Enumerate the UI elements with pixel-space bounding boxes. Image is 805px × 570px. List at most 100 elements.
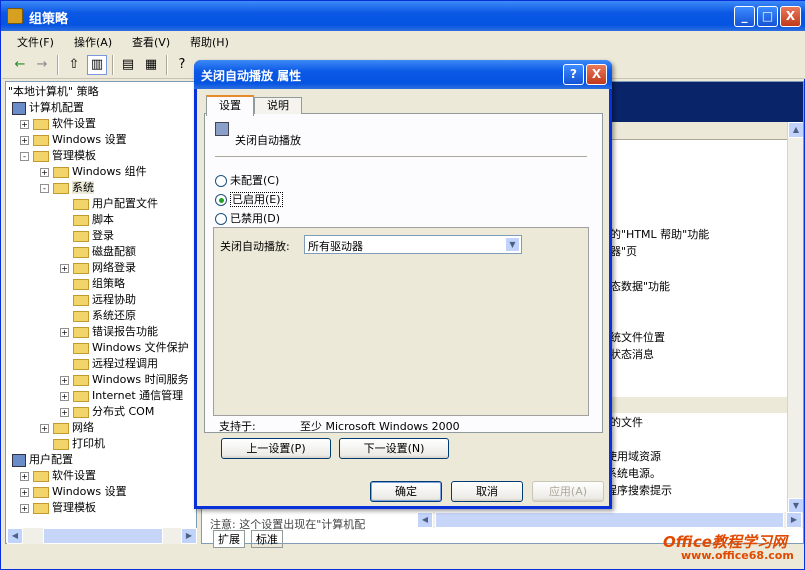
help-icon[interactable]: ?	[172, 55, 192, 75]
expand-icon[interactable]: +	[60, 327, 69, 337]
tree-item[interactable]: 登录	[60, 228, 114, 244]
ok-button[interactable]: 确定	[370, 481, 442, 502]
tab-settings[interactable]: 设置	[206, 95, 254, 116]
expand-icon[interactable]: +	[20, 487, 29, 497]
expand-icon[interactable]: +	[60, 391, 69, 401]
tree-item-label: 错误报告功能	[92, 325, 158, 338]
tab-standard[interactable]: 标准	[251, 530, 283, 548]
apply-button[interactable]: 应用(A)	[532, 481, 604, 502]
expand-icon[interactable]: +	[40, 167, 49, 177]
tree-item[interactable]: "本地计算机" 策略	[8, 84, 99, 100]
tree-item[interactable]: + Windows 组件	[40, 164, 147, 180]
tab-explain[interactable]: 说明	[254, 97, 302, 114]
tree-item[interactable]: + 软件设置	[20, 116, 96, 132]
tree-item[interactable]: + Windows 时间服务	[60, 372, 189, 388]
scroll-left-icon[interactable]: ◀	[417, 512, 433, 528]
tree-horizontal-scrollbar[interactable]: ◀ ▶	[7, 528, 197, 544]
help-button[interactable]: ?	[563, 64, 584, 85]
folder-icon	[53, 166, 69, 178]
tree-item[interactable]: + 分布式 COM	[60, 404, 154, 420]
maximize-button[interactable]: □	[757, 6, 778, 27]
scroll-thumb[interactable]	[43, 528, 163, 544]
expand-icon[interactable]: +	[20, 135, 29, 145]
window-title: 组策略	[29, 12, 69, 27]
scroll-up-icon[interactable]: ▲	[788, 122, 803, 138]
collapse-icon[interactable]: -	[20, 151, 29, 161]
tree-item[interactable]: 用户配置文件	[60, 196, 158, 212]
list-item[interactable]: 器"页	[610, 243, 637, 259]
tree-item[interactable]: 系统还原	[60, 308, 136, 324]
list-item[interactable]: 系统电源。	[606, 465, 661, 481]
list-item[interactable]: 态数据"功能	[610, 278, 670, 294]
list-item[interactable]: 状态消息	[610, 346, 654, 362]
horizontal-scrollbar[interactable]: ◀ ▶	[417, 512, 803, 528]
expand-icon[interactable]: +	[20, 471, 29, 481]
tree-item[interactable]: 脚本	[60, 212, 114, 228]
list-item[interactable]: 的"HTML 帮助"功能	[610, 226, 709, 242]
expand-icon[interactable]: +	[60, 263, 69, 273]
chevron-down-icon[interactable]: ▼	[505, 237, 520, 252]
scroll-left-icon[interactable]: ◀	[7, 528, 23, 544]
folder-icon	[73, 294, 89, 306]
collapse-icon[interactable]: -	[40, 183, 49, 193]
list-item[interactable]: 统文件位置	[610, 329, 665, 345]
radio-not-configured[interactable]: 未配置(C)	[215, 172, 279, 188]
dialog-close-button[interactable]: X	[586, 64, 607, 85]
previous-setting-button[interactable]: 上一设置(P)	[221, 438, 331, 459]
menu-action[interactable]: 操作(A)	[74, 34, 112, 50]
list-item[interactable]: 的文件	[610, 414, 643, 430]
tree-item[interactable]: + 管理模板	[20, 500, 96, 516]
tree-item[interactable]: + 错误报告功能	[60, 324, 158, 340]
title-bar[interactable]: 组策略 _ □ X	[1, 1, 805, 31]
list-item[interactable]: 使用域资源	[606, 448, 661, 464]
tree-item[interactable]: - 系统	[40, 180, 94, 196]
tree-item[interactable]: 磁盘配额	[60, 244, 136, 260]
back-icon[interactable]: ←	[10, 55, 30, 75]
menu-file[interactable]: 文件(F)	[17, 34, 54, 50]
folder-icon	[33, 486, 49, 498]
show-tree-icon[interactable]: ▥	[87, 55, 107, 75]
drive-select[interactable]: 所有驱动器 ▼	[304, 235, 522, 254]
menu-view[interactable]: 查看(V)	[132, 34, 170, 50]
tree-item[interactable]: + Windows 设置	[20, 484, 127, 500]
radio-disabled[interactable]: 已禁用(D)	[215, 210, 280, 226]
expand-icon[interactable]: +	[60, 375, 69, 385]
vertical-scrollbar[interactable]: ▲ ▼	[787, 122, 803, 514]
tree-item[interactable]: 计算机配置	[12, 100, 84, 116]
tree-item[interactable]: + Windows 设置	[20, 132, 127, 148]
export-list-icon[interactable]: ▦	[141, 55, 161, 75]
tree-item[interactable]: - 管理模板	[20, 148, 96, 164]
properties-icon[interactable]: ▤	[118, 55, 138, 75]
tree-item[interactable]: 组策略	[60, 276, 125, 292]
tree-item[interactable]: 远程协助	[60, 292, 136, 308]
close-button[interactable]: X	[780, 6, 801, 27]
tree-item[interactable]: 用户配置	[12, 452, 73, 468]
tree-item[interactable]: 远程过程调用	[60, 356, 158, 372]
expand-icon[interactable]: +	[20, 503, 29, 513]
scroll-thumb[interactable]	[435, 512, 784, 528]
selected-row	[602, 397, 802, 413]
expand-icon[interactable]: +	[20, 119, 29, 129]
tree-item[interactable]: + 网络登录	[60, 260, 136, 276]
next-setting-button[interactable]: 下一设置(N)	[339, 438, 449, 459]
column-header[interactable]	[602, 122, 802, 140]
expand-icon[interactable]: +	[40, 423, 49, 433]
forward-icon[interactable]: →	[32, 55, 52, 75]
scroll-right-icon[interactable]: ▶	[181, 528, 197, 544]
tree-item[interactable]: + 网络	[40, 420, 94, 436]
options-box: 关闭自动播放: 所有驱动器 ▼	[213, 227, 589, 416]
tree-item[interactable]: 打印机	[40, 436, 105, 452]
tree-item[interactable]: Windows 文件保护	[60, 340, 189, 356]
list-item[interactable]: 程序搜索提示	[606, 482, 672, 498]
up-folder-icon[interactable]: ⇧	[64, 55, 84, 75]
expand-icon[interactable]: +	[60, 407, 69, 417]
radio-enabled[interactable]: 已启用(E)	[215, 191, 283, 207]
tab-extended[interactable]: 扩展	[213, 530, 245, 548]
dialog-title-bar[interactable]: 关闭自动播放 属性 ? X	[194, 60, 612, 89]
scroll-right-icon[interactable]: ▶	[786, 512, 802, 528]
cancel-button[interactable]: 取消	[451, 481, 523, 502]
menu-help[interactable]: 帮助(H)	[190, 34, 229, 50]
tree-item[interactable]: + Internet 通信管理	[60, 388, 183, 404]
minimize-button[interactable]: _	[734, 6, 755, 27]
tree-item[interactable]: + 软件设置	[20, 468, 96, 484]
